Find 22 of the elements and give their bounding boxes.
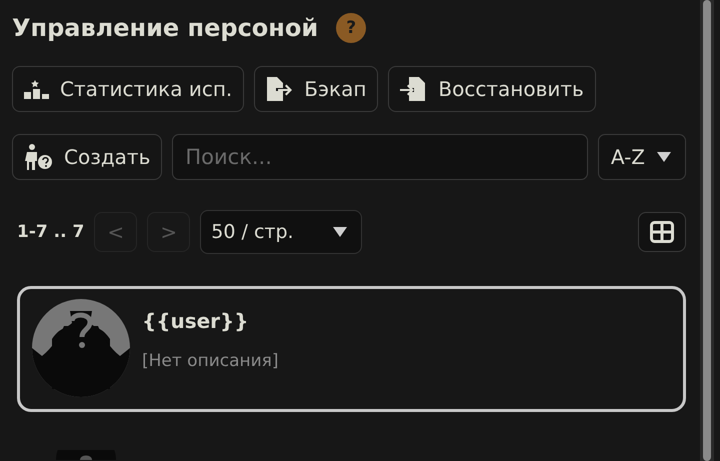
create-button[interactable]: Создать: [12, 134, 162, 180]
podium-icon: [24, 78, 50, 100]
usage-stats-button[interactable]: Статистика исп.: [12, 66, 244, 112]
grid-icon: [650, 221, 674, 243]
file-export-icon: [266, 77, 294, 101]
avatar-silhouette-icon: [56, 450, 116, 460]
panel-title: Управление персоной: [12, 14, 318, 42]
caret-icon: [657, 152, 671, 162]
persona-card[interactable]: {{user}} [Нет описания]: [17, 286, 686, 412]
caret-icon: [333, 227, 348, 237]
grid-view-button[interactable]: [638, 212, 686, 252]
page-range: 1-7 .. 7: [17, 222, 84, 242]
persona-description: [Нет описания]: [142, 351, 279, 371]
sort-dropdown[interactable]: A-Z: [598, 134, 686, 180]
search-field[interactable]: Поиск...: [172, 134, 588, 180]
backup-button[interactable]: Бэкап: [254, 66, 378, 112]
person-question-icon: [24, 144, 54, 170]
persona-name: {{user}}: [142, 309, 250, 333]
scrollbar-thumb[interactable]: [703, 0, 711, 461]
restore-button[interactable]: Восстановить: [388, 66, 596, 112]
page-size-dropdown[interactable]: 50 / стр.: [200, 210, 362, 254]
avatar-silhouette-icon: [32, 299, 130, 397]
